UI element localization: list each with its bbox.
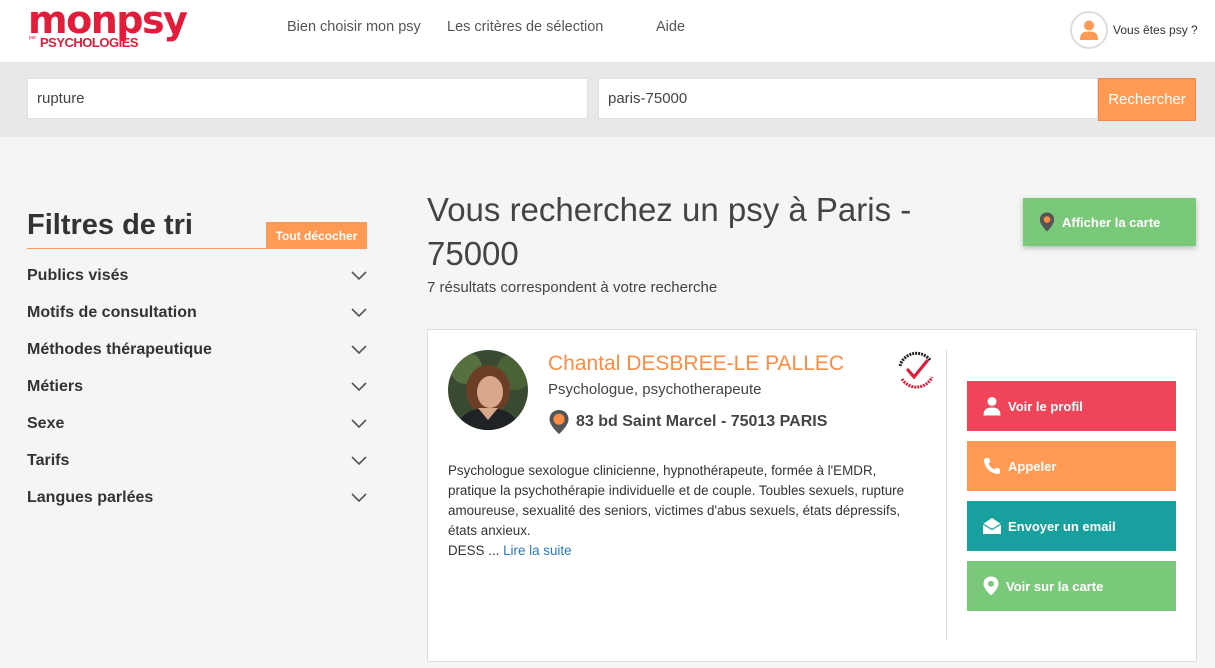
call-button[interactable]: Appeler <box>967 441 1176 491</box>
search-query-input[interactable] <box>27 78 588 119</box>
filter-tarifs[interactable]: Tarifs <box>27 448 367 474</box>
view-profile-label: Voir le profil <box>1008 398 1083 414</box>
psy-profession: Psychologue, psychotherapeute <box>548 381 762 398</box>
filter-motifs[interactable]: Motifs de consultation <box>27 300 367 326</box>
results-title: Vous recherchez un psy à Paris - 75000 <box>427 191 912 272</box>
user-icon <box>983 397 1001 416</box>
search-bar: Rechercher <box>0 62 1215 137</box>
uncheck-all-button[interactable]: Tout décocher <box>266 222 367 249</box>
filter-label: Sexe <box>27 415 65 432</box>
filter-label: Tarifs <box>27 452 70 469</box>
view-profile-button[interactable]: Voir le profil <box>967 381 1176 431</box>
envelope-icon <box>982 518 1002 534</box>
search-button[interactable]: Rechercher <box>1098 78 1196 121</box>
filter-label: Publics visés <box>27 267 129 284</box>
filter-label: Langues parlées <box>27 489 154 506</box>
filter-label: Méthodes thérapeutique <box>27 341 212 358</box>
filter-publics-vises[interactable]: Publics visés <box>27 263 367 289</box>
map-pin-icon <box>983 576 999 596</box>
psy-description-tail: DESS ... <box>448 543 500 558</box>
user-icon[interactable] <box>1070 11 1108 49</box>
psy-address: 83 bd Saint Marcel - 75013 PARIS <box>548 409 827 435</box>
filter-langues[interactable]: Langues parlées <box>27 485 367 511</box>
recommended-badge-icon <box>894 350 938 392</box>
account-link[interactable]: Vous êtes psy ? <box>1070 11 1198 49</box>
nav-criteres[interactable]: Les critères de sélection <box>447 19 603 35</box>
show-map-label: Afficher la carte <box>1062 214 1161 230</box>
results-count: 7 résultats correspondent à votre recher… <box>427 279 718 296</box>
logo-subtitle: PSYCHOLOGIES <box>40 35 139 50</box>
map-pin-icon <box>549 410 569 434</box>
show-map-button[interactable]: Afficher la carte <box>1023 198 1196 246</box>
chevron-down-icon <box>351 382 367 392</box>
search-location-input[interactable] <box>598 78 1098 119</box>
psy-name[interactable]: Chantal DESBREE-LE PALLEC <box>548 352 844 376</box>
send-email-button[interactable]: Envoyer un email <box>967 501 1176 551</box>
call-label: Appeler <box>1008 458 1057 474</box>
filters-divider <box>27 248 367 249</box>
filter-label: Motifs de consultation <box>27 304 197 321</box>
chevron-down-icon <box>351 493 367 503</box>
psy-result-card: Chantal DESBREE-LE PALLEC Psychologue, p… <box>427 329 1197 662</box>
nav-bien-choisir[interactable]: Bien choisir mon psy <box>287 19 421 35</box>
phone-icon <box>984 458 1000 474</box>
chevron-down-icon <box>351 308 367 318</box>
chevron-down-icon <box>351 419 367 429</box>
chevron-down-icon <box>351 345 367 355</box>
view-on-map-button[interactable]: Voir sur la carte <box>967 561 1176 611</box>
psy-photo[interactable] <box>448 350 528 430</box>
send-email-label: Envoyer un email <box>1008 518 1116 534</box>
filter-label: Métiers <box>27 378 84 395</box>
filter-sexe[interactable]: Sexe <box>27 411 367 437</box>
read-more-link[interactable]: Lire la suite <box>503 543 571 558</box>
card-divider <box>946 350 947 640</box>
view-on-map-label: Voir sur la carte <box>1006 578 1104 594</box>
filter-methodes[interactable]: Méthodes thérapeutique <box>27 337 367 363</box>
nav-aide[interactable]: Aide <box>656 19 685 35</box>
logo-par: par <box>29 35 37 41</box>
account-label[interactable]: Vous êtes psy ? <box>1113 23 1198 37</box>
site-header: monpsy par PSYCHOLOGIES Bien choisir mon… <box>0 0 1215 62</box>
psy-description-text: Psychologue sexologue clinicienne, hypno… <box>448 463 905 538</box>
psy-description: Psychologue sexologue clinicienne, hypno… <box>448 461 928 561</box>
chevron-down-icon <box>351 456 367 466</box>
chevron-down-icon <box>351 271 367 281</box>
map-pin-icon <box>1039 212 1055 232</box>
psy-address-text: 83 bd Saint Marcel - 75013 PARIS <box>576 413 828 430</box>
monpsy-logo[interactable]: monpsy par PSYCHOLOGIES <box>28 0 188 54</box>
filters-title: Filtres de tri <box>27 209 193 241</box>
filter-metiers[interactable]: Métiers <box>27 374 367 400</box>
